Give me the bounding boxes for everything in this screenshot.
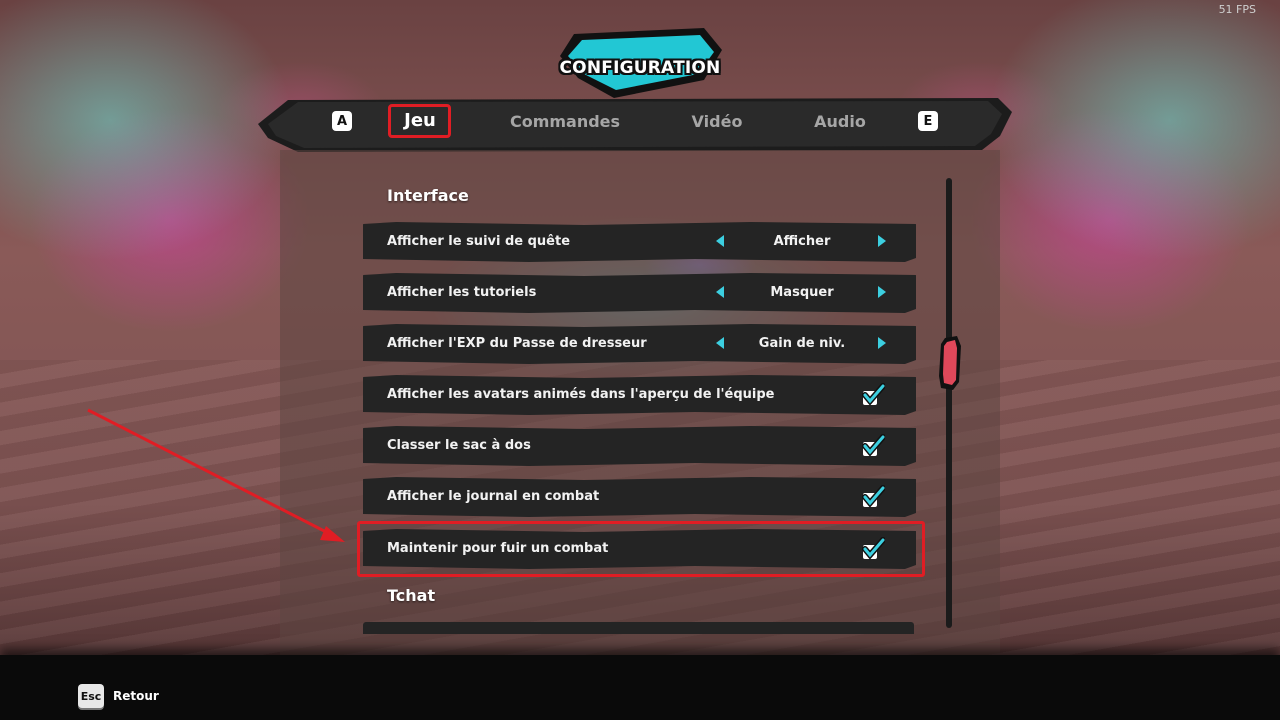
section-tchat-heading: Tchat [387,586,436,605]
setting-row-sort-backpack[interactable]: Classer le sac à dos [363,426,916,466]
setting-label: Afficher le suivi de quête [387,234,571,249]
setting-value: Afficher [773,234,831,249]
setting-label: Afficher l'EXP du Passe de dresseur [387,336,647,351]
esc-key-icon[interactable]: Esc [78,684,104,708]
setting-row-quest-tracker[interactable]: Afficher le suivi de quête Afficher [363,222,916,262]
back-button-label[interactable]: Retour [113,689,159,703]
setting-label: Classer le sac à dos [387,438,531,453]
setting-label: Afficher les tutoriels [387,285,537,300]
scrollbar-track[interactable] [946,178,952,628]
next-tab-key-icon[interactable]: E [918,111,938,131]
page-title: CONFIGURATION [559,58,721,78]
checkbox-checked-icon[interactable] [861,383,885,407]
tab-audio[interactable]: Audio [800,112,880,131]
setting-row-tutorials[interactable]: Afficher les tutoriels Masquer [363,273,916,313]
tab-highlight-box [388,104,451,138]
setting-value: Gain de niv. [758,336,846,351]
setting-value: Masquer [770,285,834,300]
setting-row-partial[interactable] [363,622,914,634]
setting-row-battle-log[interactable]: Afficher le journal en combat [363,477,916,517]
section-interface-heading: Interface [387,186,469,205]
prev-tab-key-icon[interactable]: A [332,111,352,131]
tab-commandes[interactable]: Commandes [495,112,635,131]
setting-label: Afficher le journal en combat [387,489,600,504]
arrow-right-icon[interactable] [878,286,886,298]
checkbox-checked-icon[interactable] [861,434,885,458]
tab-bar [258,98,1012,152]
setting-row-trainer-pass-exp[interactable]: Afficher l'EXP du Passe de dresseur Gain… [363,324,916,364]
bottom-bar [0,655,1280,720]
fps-counter: 51 FPS [1218,3,1256,16]
row-highlight-box [357,521,925,577]
arrow-right-icon[interactable] [878,235,886,247]
arrow-left-icon[interactable] [716,337,724,349]
setting-label: Afficher les avatars animés dans l'aperç… [387,387,775,402]
checkbox-checked-icon[interactable] [861,485,885,509]
arrow-left-icon[interactable] [716,286,724,298]
scrollbar-thumb[interactable] [939,336,961,390]
arrow-left-icon[interactable] [716,235,724,247]
setting-row-animated-avatars[interactable]: Afficher les avatars animés dans l'aperç… [363,375,916,415]
arrow-right-icon[interactable] [878,337,886,349]
tab-video[interactable]: Vidéo [672,112,762,131]
